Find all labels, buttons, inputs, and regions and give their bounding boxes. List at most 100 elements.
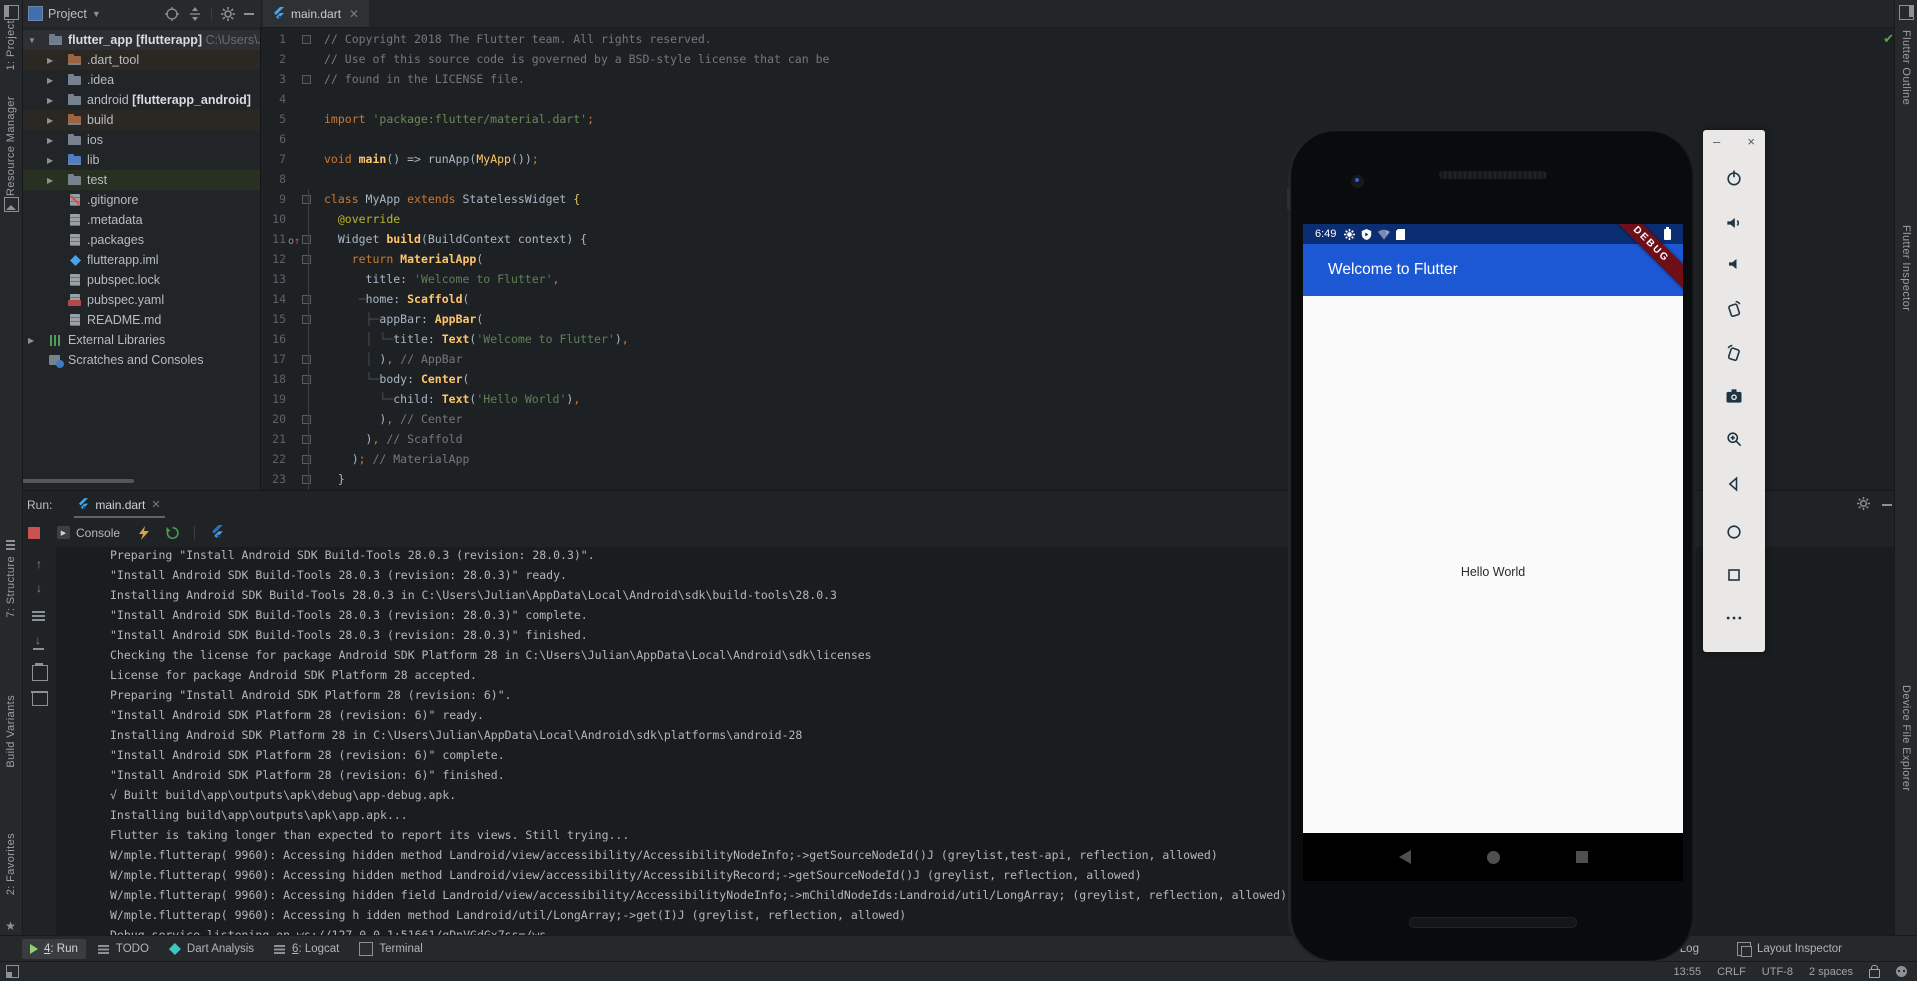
tree-item-pubspec-lock[interactable]: pubspec.lock [22, 270, 260, 290]
clear-console-icon[interactable] [31, 691, 48, 706]
fold-marker-icon[interactable] [302, 255, 311, 264]
emulator-volume-down-button[interactable] [1722, 252, 1746, 276]
fold-marker-icon[interactable] [302, 75, 311, 84]
inspection-ok-icon[interactable]: ✔ [1883, 31, 1894, 47]
close-tab-icon[interactable]: ✕ [151, 498, 160, 511]
fold-marker-icon[interactable] [302, 475, 311, 484]
status-line-ending[interactable]: CRLF [1717, 966, 1746, 978]
android-emulator-device[interactable]: 6:49 ? Welcome to Flutter Hello World DE… [1287, 130, 1695, 962]
fold-marker-icon[interactable] [302, 35, 311, 44]
editor-line-2[interactable]: 2 // Use of this source code is governed … [260, 49, 1900, 69]
inspections-profile-icon[interactable] [1896, 966, 1907, 977]
toolwindow-button-todo[interactable]: TODO [90, 939, 157, 959]
stop-button[interactable] [28, 526, 40, 539]
editor-line-5[interactable]: 5 import 'package:flutter/material.dart'; [260, 109, 1900, 129]
project-view-selector[interactable]: Project ▼ [28, 6, 101, 21]
expand-arrow-icon[interactable]: ▶ [47, 116, 53, 125]
tree-item-flutterapp-iml[interactable]: flutterapp.iml [22, 250, 260, 270]
sidebar-tab-device-file-explorer[interactable]: Device File Explorer [1895, 685, 1917, 791]
emulator-volume-up-button[interactable] [1722, 211, 1746, 235]
sidebar-tab-build-variants[interactable]: Build Variants [0, 695, 22, 768]
tree-item-build[interactable]: ▶ build [22, 110, 260, 130]
toolwindow-button-terminal[interactable]: Terminal [351, 938, 430, 960]
sidebar-tab-favorites[interactable]: 2: Favorites [0, 833, 22, 895]
collapse-arrow-icon[interactable]: ▼ [28, 36, 36, 45]
locate-file-icon[interactable] [165, 6, 179, 21]
emulator-more-button[interactable] [1722, 606, 1746, 630]
toolwindow-button-4-run[interactable]: 4: Run [22, 939, 86, 959]
emulator-back-button[interactable] [1722, 472, 1746, 496]
settings-gear-icon[interactable] [221, 6, 235, 21]
fold-marker-icon[interactable] [302, 375, 311, 384]
up-stacktrace-icon[interactable]: ↑ [32, 557, 46, 571]
tree-item-scratches-and-consoles[interactable]: Scratches and Consoles [22, 350, 260, 370]
status-encoding[interactable]: UTF-8 [1762, 966, 1793, 978]
toolwindow-toggle-icon[interactable] [6, 965, 19, 978]
fold-marker-icon[interactable] [302, 455, 311, 464]
tree-item-readme-md[interactable]: README.md [22, 310, 260, 330]
hide-panel-icon[interactable] [244, 12, 254, 15]
tree-item-external-libraries[interactable]: ▶ External Libraries [22, 330, 260, 350]
flutter-attach-icon[interactable] [207, 523, 227, 543]
nav-overview-button[interactable] [1575, 851, 1588, 863]
soft-wrap-icon[interactable] [32, 609, 46, 623]
expand-arrow-icon[interactable]: ▶ [47, 76, 53, 85]
expand-arrow-icon[interactable]: ▶ [47, 56, 53, 65]
toolwindow-button-dart-analysis[interactable]: Dart Analysis [161, 939, 262, 959]
emulator-zoom-button[interactable] [1722, 427, 1746, 451]
tree-item-test[interactable]: ▶ test [22, 170, 260, 190]
expand-arrow-icon[interactable]: ▶ [47, 136, 53, 145]
fold-marker-icon[interactable] [302, 355, 311, 364]
expand-arrow-icon[interactable]: ▶ [28, 336, 34, 345]
status-line-col[interactable]: 13:55 [1674, 966, 1702, 978]
tree-item--packages[interactable]: .packages [22, 230, 260, 250]
hide-run-panel-icon[interactable] [1882, 503, 1892, 506]
status-indent[interactable]: 2 spaces [1809, 966, 1853, 978]
horizontal-scrollbar[interactable] [22, 479, 134, 483]
tree-item--idea[interactable]: ▶ .idea [22, 70, 260, 90]
sidebar-tab-project[interactable]: 1: Project [0, 20, 22, 70]
emulator-home-button[interactable] [1722, 520, 1746, 544]
tree-item-pubspec-yaml[interactable]: pubspec.yaml [22, 290, 260, 310]
tree-item-flutter-app[interactable]: ▼ flutter_app [flutterapp] C:\Users\Julia [22, 30, 260, 50]
editor-line-3[interactable]: 3 // found in the LICENSE file. [260, 69, 1900, 89]
emulator-rotate-left-button[interactable] [1722, 297, 1746, 321]
emulator-overview-button[interactable] [1722, 563, 1746, 587]
collapse-all-icon[interactable] [188, 6, 202, 21]
fold-marker-icon[interactable] [302, 315, 311, 324]
tree-item--dart-tool[interactable]: ▶ .dart_tool [22, 50, 260, 70]
run-tab-main-dart[interactable]: main.dart ✕ [74, 493, 165, 518]
readonly-lock-icon[interactable] [1869, 965, 1880, 978]
emulator-screenshot-button[interactable] [1722, 384, 1746, 408]
emulator-close-button[interactable]: × [1747, 134, 1755, 149]
down-stacktrace-icon[interactable]: ↓ [32, 581, 46, 595]
expand-arrow-icon[interactable]: ▶ [47, 176, 53, 185]
nav-back-button[interactable] [1398, 850, 1411, 864]
hot-restart-icon[interactable] [162, 523, 182, 543]
sidebar-tab-resource-manager[interactable]: Resource Manager [0, 96, 22, 196]
tree-item-ios[interactable]: ▶ ios [22, 130, 260, 150]
fold-marker-icon[interactable] [302, 195, 311, 204]
scroll-to-end-icon[interactable] [32, 633, 46, 650]
fold-marker-icon[interactable] [302, 235, 311, 244]
sidebar-tab-structure[interactable]: 7: Structure [0, 556, 22, 618]
tree-item--metadata[interactable]: .metadata [22, 210, 260, 230]
fold-marker-icon[interactable] [302, 295, 311, 304]
console-tab[interactable]: ▶ Console [57, 526, 120, 540]
tree-item-android[interactable]: ▶ android [flutterapp_android] [22, 90, 260, 110]
editor-tab-main-dart[interactable]: main.dart ✕ [263, 0, 370, 27]
sidebar-tab-flutter-inspector[interactable]: Flutter Inspector [1895, 225, 1917, 311]
expand-arrow-icon[interactable]: ▶ [47, 156, 53, 165]
fold-marker-icon[interactable] [302, 435, 311, 444]
sidebar-tab-flutter-outline[interactable]: Flutter Outline [1895, 30, 1917, 105]
print-icon[interactable] [32, 663, 48, 681]
nav-home-button[interactable] [1486, 850, 1500, 864]
emulator-rotate-right-button[interactable] [1722, 341, 1746, 365]
emulator-minimize-button[interactable]: – [1713, 134, 1720, 149]
tree-item-lib[interactable]: ▶ lib [22, 150, 260, 170]
tree-item--gitignore[interactable]: .gitignore [22, 190, 260, 210]
expand-arrow-icon[interactable]: ▶ [47, 96, 53, 105]
emulator-power-button[interactable] [1722, 166, 1746, 190]
fold-marker-icon[interactable] [302, 415, 311, 424]
hot-reload-icon[interactable] [134, 523, 154, 543]
